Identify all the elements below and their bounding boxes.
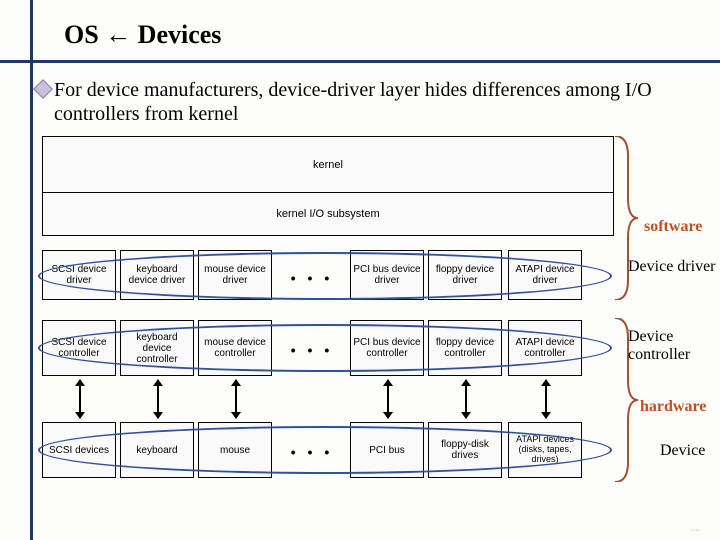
kernel-label: kernel (313, 159, 343, 171)
arrow-0 (79, 380, 81, 418)
arrow-4 (465, 380, 467, 418)
bullet-content: For device manufacturers, device-driver … (54, 79, 652, 125)
controller-cell-3: PCI bus device controller (350, 320, 424, 376)
slide-title: OS ← Devices (64, 20, 221, 50)
controller-cell-5: ATAPI device controller (508, 320, 582, 376)
driver-cell-5: ATAPI device driver (508, 250, 582, 300)
slide: OS ← Devices For device manufacturers, d… (0, 0, 720, 540)
device-cell-5: ATAPI devices (disks, tapes, drives) (508, 422, 582, 478)
arrow-5 (545, 380, 547, 418)
device-cell-3: PCI bus (350, 422, 424, 478)
left-rule (30, 0, 33, 540)
footer-watermark: ···· (691, 527, 700, 534)
bullet-text: For device manufacturers, device-driver … (54, 78, 674, 126)
device-cell-2: mouse (198, 422, 272, 478)
arrow-2 (235, 380, 237, 418)
driver-cell-3: PCI bus device driver (350, 250, 424, 300)
driver-cell-0: SCSI device driver (42, 250, 116, 300)
arrow-1 (157, 380, 159, 418)
controller-cell-0: SCSI device controller (42, 320, 116, 376)
dots-controllers: • • • (282, 342, 342, 358)
kernel-box: kernel (42, 136, 614, 194)
driver-cell-4: floppy device driver (428, 250, 502, 300)
software-label: software (644, 218, 702, 236)
controller-cell-4: floppy device controller (428, 320, 502, 376)
top-rule (0, 60, 720, 63)
driver-cell-2: mouse device driver (198, 250, 272, 300)
dots-drivers: • • • (282, 270, 342, 286)
device-cell-1: keyboard (120, 422, 194, 478)
hardware-label: hardware (640, 398, 706, 416)
driver-cell-1: keyboard device driver (120, 250, 194, 300)
controller-cell-2: mouse device controller (198, 320, 272, 376)
device-label: Device (660, 442, 705, 460)
controller-cell-1: keyboard device controller (120, 320, 194, 376)
kernel-io-label: kernel I/O subsystem (276, 208, 379, 220)
device-cell-4: floppy-disk drives (428, 422, 502, 478)
driver-label: Device driver (628, 258, 716, 276)
dots-devices: • • • (282, 444, 342, 460)
controller-label: Device controller (628, 328, 720, 364)
kernel-io-box: kernel I/O subsystem (42, 192, 614, 236)
arrow-3 (387, 380, 389, 418)
device-cell-0: SCSI devices (42, 422, 116, 478)
diamond-icon (33, 79, 53, 99)
